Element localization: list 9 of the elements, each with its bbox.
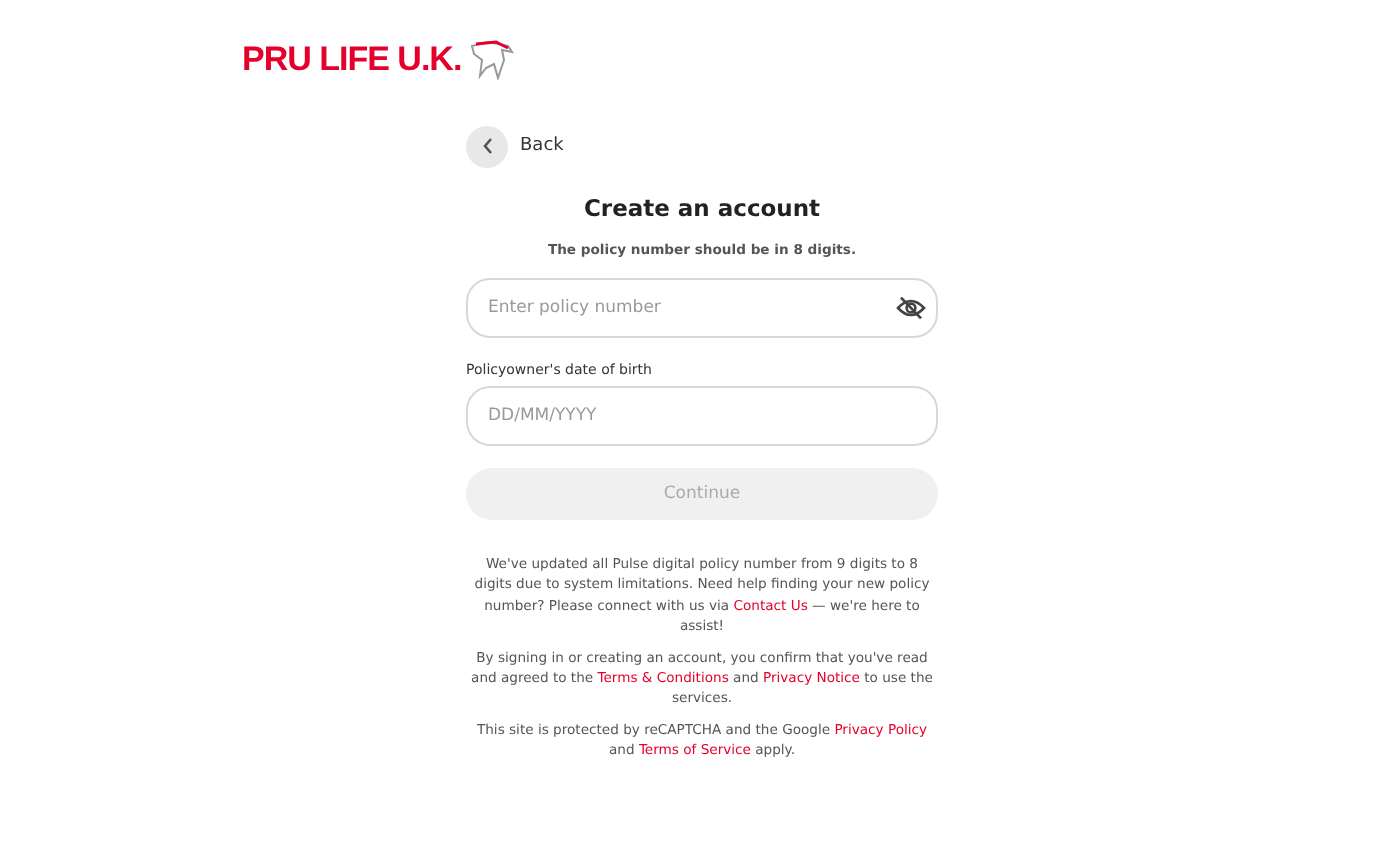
input-field[interactable]: DD/MM/YYYY <box>466 386 938 446</box>
lion-logo-icon <box>467 40 516 80</box>
input-field[interactable]: Enter policy number <box>466 278 938 338</box>
back-button[interactable] <box>466 125 508 167</box>
back-link[interactable]: Back <box>520 136 564 156</box>
chevron-left-icon <box>479 136 495 156</box>
logo-text: PRU LIFE U.K. <box>242 40 462 80</box>
eye-off-icon[interactable] <box>896 296 926 320</box>
page-title: Create an account <box>581 194 823 222</box>
